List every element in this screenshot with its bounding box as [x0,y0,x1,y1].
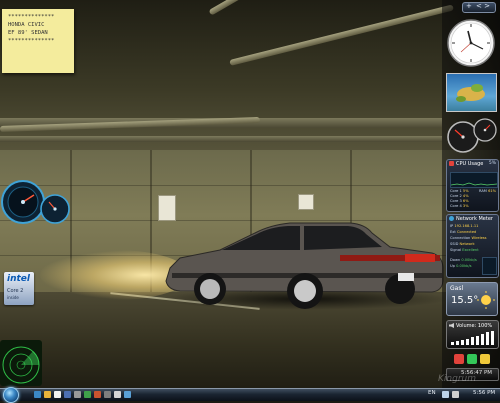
cpu-core-row: Core 3 6% [450,199,469,203]
app-icon[interactable] [74,391,81,398]
status-red-icon [454,354,464,364]
speedometer-gadget[interactable] [1,178,73,226]
network-row: Ext Connected [450,230,477,234]
desktop-icon[interactable] [54,391,61,398]
cpu-icon [449,161,454,166]
slideshow-gadget[interactable] [446,73,497,112]
weather-sun-icon [477,291,495,309]
sticky-note-gadget[interactable]: ************** HONDA CIVIC EF 89' SEDAN … [2,9,74,73]
ceiling-beam [0,136,442,142]
add-gadget-button[interactable]: + [466,2,472,10]
folder-icon[interactable] [44,391,51,398]
cpu-usage-title: CPU Usage [456,161,484,167]
honda-civic-car [165,222,444,309]
clock-gadget[interactable] [447,19,495,67]
network-graph [482,257,497,275]
slideshow-image [456,84,485,102]
ram-row: RAM 61% [479,189,497,193]
gadget-nav-button[interactable]: < > [476,2,490,10]
status-lights-gadget[interactable] [446,352,497,367]
weather-gadget[interactable]: Gasl 15.5° [446,282,498,316]
app-icon[interactable] [124,391,131,398]
intel-tagline-text: inside [7,295,19,300]
language-indicator[interactable]: EN [428,390,436,396]
intel-product-text: Core 2 [7,288,24,294]
cpu-history-graph [450,172,498,188]
sticky-note-line: ************** [8,38,55,44]
intel-logo-text: intel [7,274,30,284]
drive-meter-gadget[interactable] [447,117,497,153]
start-orb-icon[interactable] [3,387,19,403]
volume-tray-icon[interactable] [452,391,459,398]
internet-explorer-icon[interactable] [34,391,41,398]
volume-level-bars[interactable] [451,331,494,345]
sticky-note-line: HONDA CIVIC [8,22,45,28]
cpu-usage-value: 5% [488,161,496,166]
app-icon[interactable] [104,391,111,398]
speaker-icon [449,323,454,328]
sticky-note-line: EF 89' SEDAN [8,30,48,36]
taskbar: EN 5:56 PM [0,387,500,403]
network-row: SSID Network [450,242,475,246]
cpu-core-row: Core 1 5% [450,189,469,193]
network-row: Up 0.00kb/s [450,264,472,268]
network-meter-title: Network Meter [456,216,493,222]
volume-label: Volume: 100% [456,323,493,329]
cpu-core-row: Core 2 4% [450,194,469,198]
network-meter-gadget[interactable]: Network Meter IP 192.168.1.11 Ext Connec… [446,214,499,278]
radar-icon [2,346,40,384]
weather-city: Gasl [450,285,464,292]
network-row: Down 0.00kb/s [450,258,477,262]
status-yellow-icon [480,354,490,364]
sticky-note-line: ************** [8,14,55,20]
network-tray-icon[interactable] [442,391,449,398]
taskbar-clock[interactable]: 5:56 PM [473,390,495,396]
network-row: Connection Wireless [450,236,487,240]
app-icon[interactable] [94,391,101,398]
intel-core2-badge: intel Core 2 inside [4,272,34,305]
network-row: Signal Excellent [450,248,479,252]
cpu-history-line [450,182,498,186]
network-icon [449,216,454,221]
watermark-text: Kingrum [438,374,476,384]
app-icon[interactable] [84,391,91,398]
weather-temperature: 15.5° [451,295,479,306]
network-row: IP 192.168.1.11 [450,224,479,228]
app-icon[interactable] [114,391,121,398]
desktop-wallpaper [0,0,500,388]
status-green-icon [467,354,477,364]
cpu-usage-gadget[interactable]: CPU Usage 5% Core 1 5% Core 2 4% Core 3 … [446,159,499,212]
wall-band [0,185,500,186]
cpu-core-row: Core 4 3% [450,204,469,208]
sidebar-controls[interactable]: + < > [462,2,496,13]
radar-gadget[interactable] [0,340,42,386]
volume-gadget[interactable]: Volume: 100% [446,320,499,349]
media-player-icon[interactable] [64,391,71,398]
